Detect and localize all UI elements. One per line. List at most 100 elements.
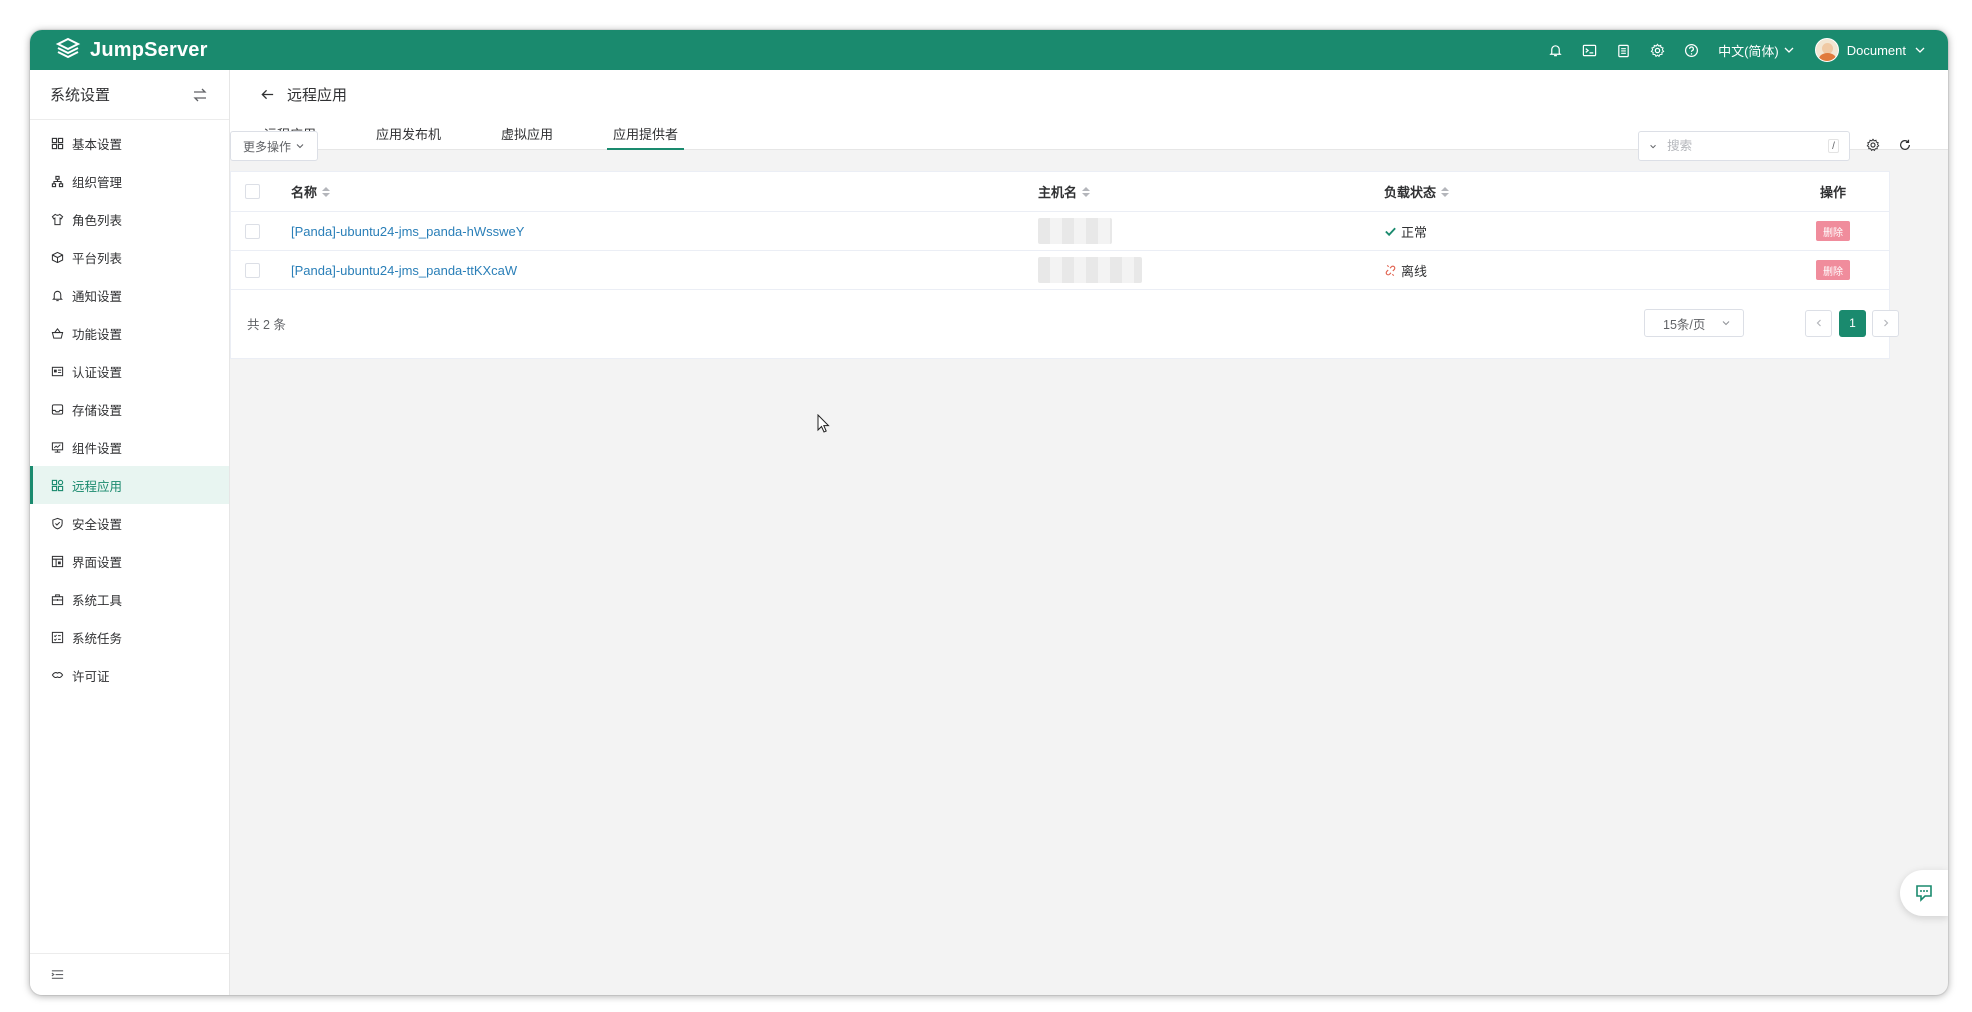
switch-view-icon[interactable] — [191, 86, 209, 104]
column-header-name[interactable]: 名称 — [291, 182, 331, 201]
sidebar-item-basic[interactable]: 基本设置 — [30, 124, 229, 162]
layout-icon — [50, 554, 64, 568]
sidebar-item-roles[interactable]: 角色列表 — [30, 200, 229, 238]
column-name-label: 名称 — [291, 185, 318, 200]
monitor-icon — [50, 440, 64, 454]
user-menu[interactable]: Document — [1814, 38, 1926, 62]
column-host-label: 主机名 — [1038, 185, 1078, 200]
column-status-label: 负载状态 — [1384, 185, 1437, 200]
host-cell — [1038, 218, 1112, 244]
search-box[interactable]: / — [1638, 131, 1850, 161]
delete-button[interactable]: 删除 — [1816, 221, 1850, 241]
top-navbar: JumpServer 中文(简体) Document — [30, 30, 1948, 70]
sidebar-item-storage[interactable]: 存储设置 — [30, 390, 229, 428]
sidebar-item-license[interactable]: 许可证 — [30, 656, 229, 694]
task-icon — [50, 630, 64, 644]
collapse-menu-icon[interactable] — [50, 967, 65, 982]
status-label: 离线 — [1401, 263, 1428, 279]
name-cell: [Panda]-ubuntu24-jms_panda-ttKXcaW — [291, 263, 517, 278]
inbox-icon — [50, 402, 64, 416]
row-checkbox[interactable] — [245, 223, 260, 239]
provider-name-link[interactable]: [Panda]-ubuntu24-jms_panda-hWssweY — [291, 224, 524, 239]
next-page-button[interactable] — [1872, 309, 1899, 337]
refresh-icon[interactable] — [1896, 136, 1914, 154]
chevron-down-icon — [1722, 321, 1730, 326]
jumpserver-logo-icon — [55, 37, 81, 59]
id-card-icon — [50, 364, 64, 378]
apps-icon — [50, 478, 64, 492]
sort-icon[interactable] — [1082, 186, 1091, 197]
tab-app-providers[interactable]: 应用提供者 — [607, 116, 685, 150]
sidebar-item-features[interactable]: 功能设置 — [30, 314, 229, 352]
language-selector[interactable]: 中文(简体) — [1718, 41, 1795, 60]
sidebar-item-label: 平台列表 — [72, 251, 123, 266]
sidebar-title: 系统设置 — [50, 87, 111, 104]
row-checkbox[interactable] — [245, 262, 260, 278]
disconnected-link-icon — [1385, 264, 1396, 276]
status-badge: 离线 — [1384, 261, 1427, 280]
cube-icon — [50, 250, 64, 264]
clipboard-icon[interactable] — [1606, 30, 1640, 70]
name-cell: [Panda]-ubuntu24-jms_panda-hWssweY — [291, 224, 524, 239]
select-all-checkbox[interactable] — [245, 184, 260, 199]
hostname-redacted — [1038, 218, 1112, 244]
tab-bar: 远程应用 应用发布机 虚拟应用 应用提供者 — [260, 116, 734, 150]
sidebar-item-label: 组件设置 — [72, 441, 123, 456]
chat-assistant-button[interactable] — [1900, 870, 1948, 916]
brand[interactable]: JumpServer — [54, 30, 208, 70]
prev-page-button[interactable] — [1805, 309, 1832, 337]
more-actions-label: 更多操作 — [243, 139, 292, 154]
terminal-icon[interactable] — [1572, 30, 1606, 70]
sidebar-item-org[interactable]: 组织管理 — [30, 162, 229, 200]
page-title: 远程应用 — [287, 87, 348, 104]
back-arrow-icon[interactable] — [260, 87, 275, 102]
toolbox-icon — [50, 592, 64, 606]
sidebar-item-tasks[interactable]: 系统任务 — [30, 618, 229, 656]
sidebar-item-label: 角色列表 — [72, 213, 123, 228]
page-size-select[interactable]: 15条/页 — [1644, 309, 1744, 337]
avatar — [1814, 38, 1839, 62]
chevron-down-icon — [1915, 47, 1925, 53]
sidebar-item-components[interactable]: 组件设置 — [30, 428, 229, 466]
chat-bubble-icon — [1916, 885, 1932, 902]
chevron-down-icon[interactable] — [1649, 141, 1657, 152]
action-cell: 删除 — [1816, 260, 1850, 280]
search-shortcut-key: / — [1828, 139, 1839, 153]
tab-virtual-apps[interactable]: 虚拟应用 — [497, 116, 557, 150]
user-name: Document — [1846, 42, 1906, 58]
provider-name-link[interactable]: [Panda]-ubuntu24-jms_panda-ttKXcaW — [291, 263, 517, 278]
current-page[interactable]: 1 — [1839, 309, 1866, 337]
status-cell: 正常 — [1384, 222, 1427, 241]
bell-icon — [50, 288, 64, 302]
action-cell: 删除 — [1816, 221, 1850, 241]
delete-button[interactable]: 删除 — [1816, 260, 1850, 280]
search-input[interactable] — [1667, 139, 1829, 153]
sidebar-item-tools[interactable]: 系统工具 — [30, 580, 229, 618]
sidebar-item-notifications[interactable]: 通知设置 — [30, 276, 229, 314]
column-header-status[interactable]: 负载状态 — [1384, 182, 1450, 201]
sidebar-item-platforms[interactable]: 平台列表 — [30, 238, 229, 276]
sort-icon[interactable] — [322, 186, 331, 197]
sidebar-item-auth[interactable]: 认证设置 — [30, 352, 229, 390]
sidebar-item-remote-apps[interactable]: 远程应用 — [30, 466, 229, 504]
sidebar-menu: 基本设置 组织管理 角色列表 平台列表 通知设置 功能设置 认证设置 存储设置 … — [30, 120, 229, 694]
gear-icon[interactable] — [1640, 30, 1674, 70]
table-settings-gear-icon[interactable] — [1864, 136, 1882, 154]
tab-app-publishers[interactable]: 应用发布机 — [372, 116, 445, 150]
help-icon[interactable] — [1674, 30, 1708, 70]
sidebar-item-label: 系统任务 — [72, 631, 123, 646]
column-header-host[interactable]: 主机名 — [1038, 182, 1091, 201]
sidebar-item-interface[interactable]: 界面设置 — [30, 542, 229, 580]
sidebar-item-label: 系统工具 — [72, 593, 123, 608]
app-window: JumpServer 中文(简体) Document 系统设置 基本设置 组织管… — [30, 30, 1948, 995]
sort-icon[interactable] — [1441, 186, 1450, 197]
chevron-left-icon — [1816, 319, 1821, 327]
sidebar-item-security[interactable]: 安全设置 — [30, 504, 229, 542]
sidebar-item-label: 认证设置 — [72, 365, 123, 380]
more-actions-button[interactable]: 更多操作 — [230, 131, 319, 161]
bell-icon[interactable] — [1538, 30, 1572, 70]
sidebar-item-label: 通知设置 — [72, 289, 123, 304]
page-size-label: 15条/页 — [1663, 317, 1706, 332]
total-count: 共 2 条 — [247, 317, 286, 332]
sidebar-item-label: 存储设置 — [72, 403, 123, 418]
